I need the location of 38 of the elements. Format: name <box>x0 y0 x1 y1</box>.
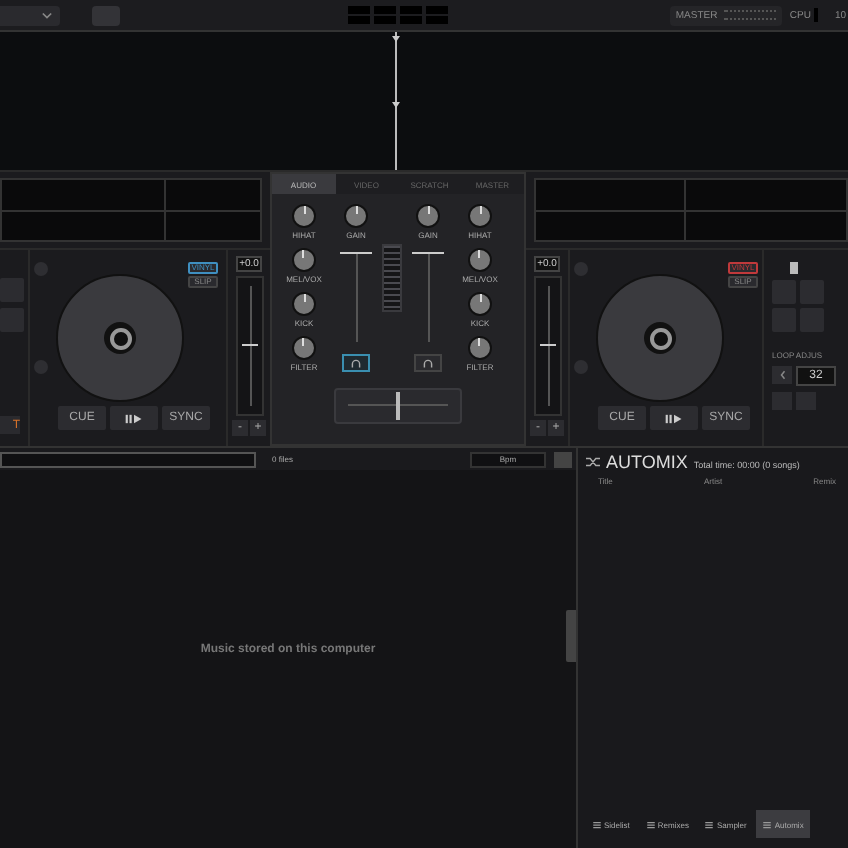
headphone-icon <box>350 357 362 369</box>
headphone-button[interactable] <box>414 354 442 372</box>
toolbar-button[interactable] <box>92 5 120 25</box>
layout-blocks-icon <box>348 6 448 24</box>
headphone-icon <box>422 357 434 369</box>
knob[interactable] <box>292 292 316 316</box>
tab-icon <box>645 819 656 829</box>
gain-knob[interactable] <box>416 204 440 228</box>
dropdown[interactable] <box>0 5 60 25</box>
knob[interactable] <box>467 248 492 272</box>
headphone-button[interactable] <box>342 354 370 372</box>
knob[interactable] <box>468 204 492 228</box>
play-pause-button[interactable] <box>650 406 698 430</box>
knob[interactable] <box>291 336 316 360</box>
gain-knob[interactable] <box>344 204 368 228</box>
shuffle-icon <box>586 456 600 468</box>
playhead-marker <box>390 32 402 170</box>
automix-title: AUTOMIX <box>606 452 688 472</box>
loop-indicator <box>790 262 798 274</box>
search-field[interactable] <box>0 451 256 467</box>
level-meter <box>382 244 402 312</box>
play-pause-button[interactable] <box>110 406 158 430</box>
pitch-slider[interactable] <box>235 276 263 416</box>
play-pause-icon <box>664 413 684 423</box>
loop-back-button[interactable] <box>772 366 792 384</box>
chevron-left-icon <box>779 370 785 380</box>
tab-icon <box>704 819 715 829</box>
crossfader[interactable] <box>334 388 462 424</box>
tab-icon <box>762 819 773 829</box>
tab-icon <box>592 819 602 829</box>
knob[interactable] <box>291 248 316 272</box>
knob[interactable] <box>467 336 492 360</box>
play-pause-icon <box>124 413 144 423</box>
chevron-down-icon <box>42 11 52 19</box>
view-toggle-button[interactable] <box>554 451 572 467</box>
knob[interactable] <box>292 204 316 228</box>
knob[interactable] <box>468 292 492 316</box>
pitch-slider[interactable] <box>533 276 561 416</box>
